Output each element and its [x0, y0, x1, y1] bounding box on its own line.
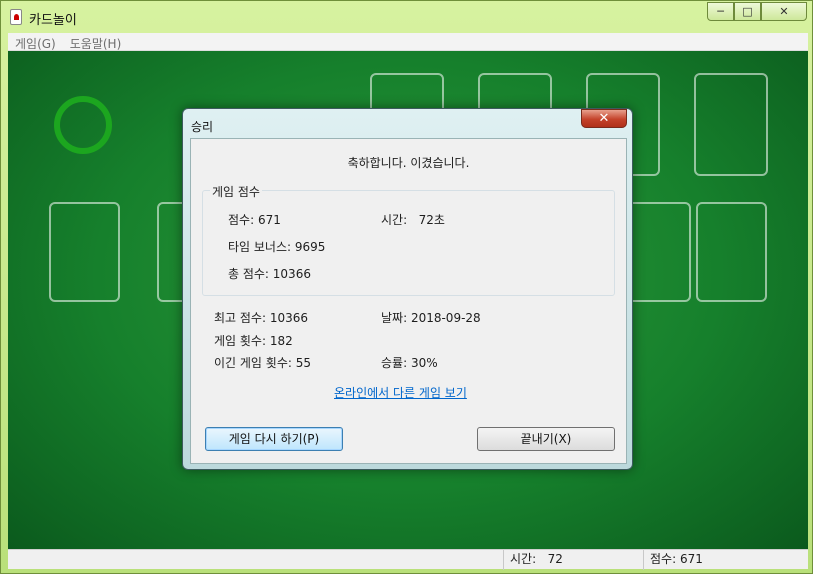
win-rate: 승률: 30% — [381, 356, 438, 370]
play-again-button[interactable]: 게임 다시 하기(P) — [205, 427, 343, 451]
status-score-value: 671 — [679, 552, 703, 566]
best-score: 최고 점수: 10366 — [214, 311, 309, 325]
stock-pile-empty[interactable] — [54, 96, 112, 154]
cards-app-icon — [10, 9, 22, 25]
tableau-slot[interactable] — [49, 202, 120, 302]
dialog-close-button[interactable]: ✕ — [581, 109, 627, 128]
maximize-button[interactable]: □ — [734, 2, 761, 21]
menu-game[interactable]: 게임(G) — [8, 33, 63, 51]
victory-dialog: 승리 ✕ 축하합니다. 이겼습니다. 게임 점수 점수: 671 시간: 72초… — [182, 108, 633, 470]
exit-button[interactable]: 끝내기(X) — [477, 427, 615, 451]
status-score-label: 점수: — [650, 552, 677, 566]
tableau-slot[interactable] — [696, 202, 767, 302]
solitaire-window: 카드놀이 ─ □ ✕ 게임(G) 도움말(H) 시간: 72 점수: 671 승… — [0, 0, 813, 574]
dialog-title: 승리 — [191, 120, 214, 134]
best-score-date: 날짜: 2018-09-28 — [381, 311, 481, 325]
congrats-message: 축하합니다. 이겼습니다. — [347, 156, 470, 170]
status-bar: 시간: 72 점수: 671 — [8, 549, 808, 570]
status-time-label: 시간: — [510, 552, 537, 566]
close-button[interactable]: ✕ — [761, 2, 807, 21]
games-won: 이긴 게임 횟수: 55 — [214, 356, 311, 370]
time-bonus-value: 타임 보너스: 9695 — [228, 240, 326, 254]
total-score-value: 총 점수: 10366 — [228, 267, 311, 281]
menu-help[interactable]: 도움말(H) — [63, 33, 129, 51]
score-value: 점수: 671 — [228, 213, 281, 227]
status-time-value: 72 — [547, 552, 563, 566]
online-games-link[interactable]: 온라인에서 다른 게임 보기 — [334, 384, 467, 401]
window-controls: ─ □ ✕ — [707, 2, 807, 21]
title-bar[interactable]: 카드놀이 ─ □ ✕ — [1, 1, 813, 33]
games-played: 게임 횟수: 182 — [214, 334, 293, 348]
status-time: 시간: 72 — [503, 550, 643, 570]
foundation-slot[interactable] — [694, 73, 768, 176]
window-title: 카드놀이 — [29, 13, 77, 28]
minimize-button[interactable]: ─ — [707, 2, 734, 21]
dialog-body: 축하합니다. 이겼습니다. 게임 점수 점수: 671 시간: 72초 타임 보… — [190, 138, 627, 464]
status-score: 점수: 671 — [643, 550, 808, 570]
menu-bar: 게임(G) 도움말(H) — [8, 33, 808, 51]
time-value: 시간: 72초 — [381, 213, 445, 227]
score-group-label: 게임 점수 — [210, 183, 262, 200]
